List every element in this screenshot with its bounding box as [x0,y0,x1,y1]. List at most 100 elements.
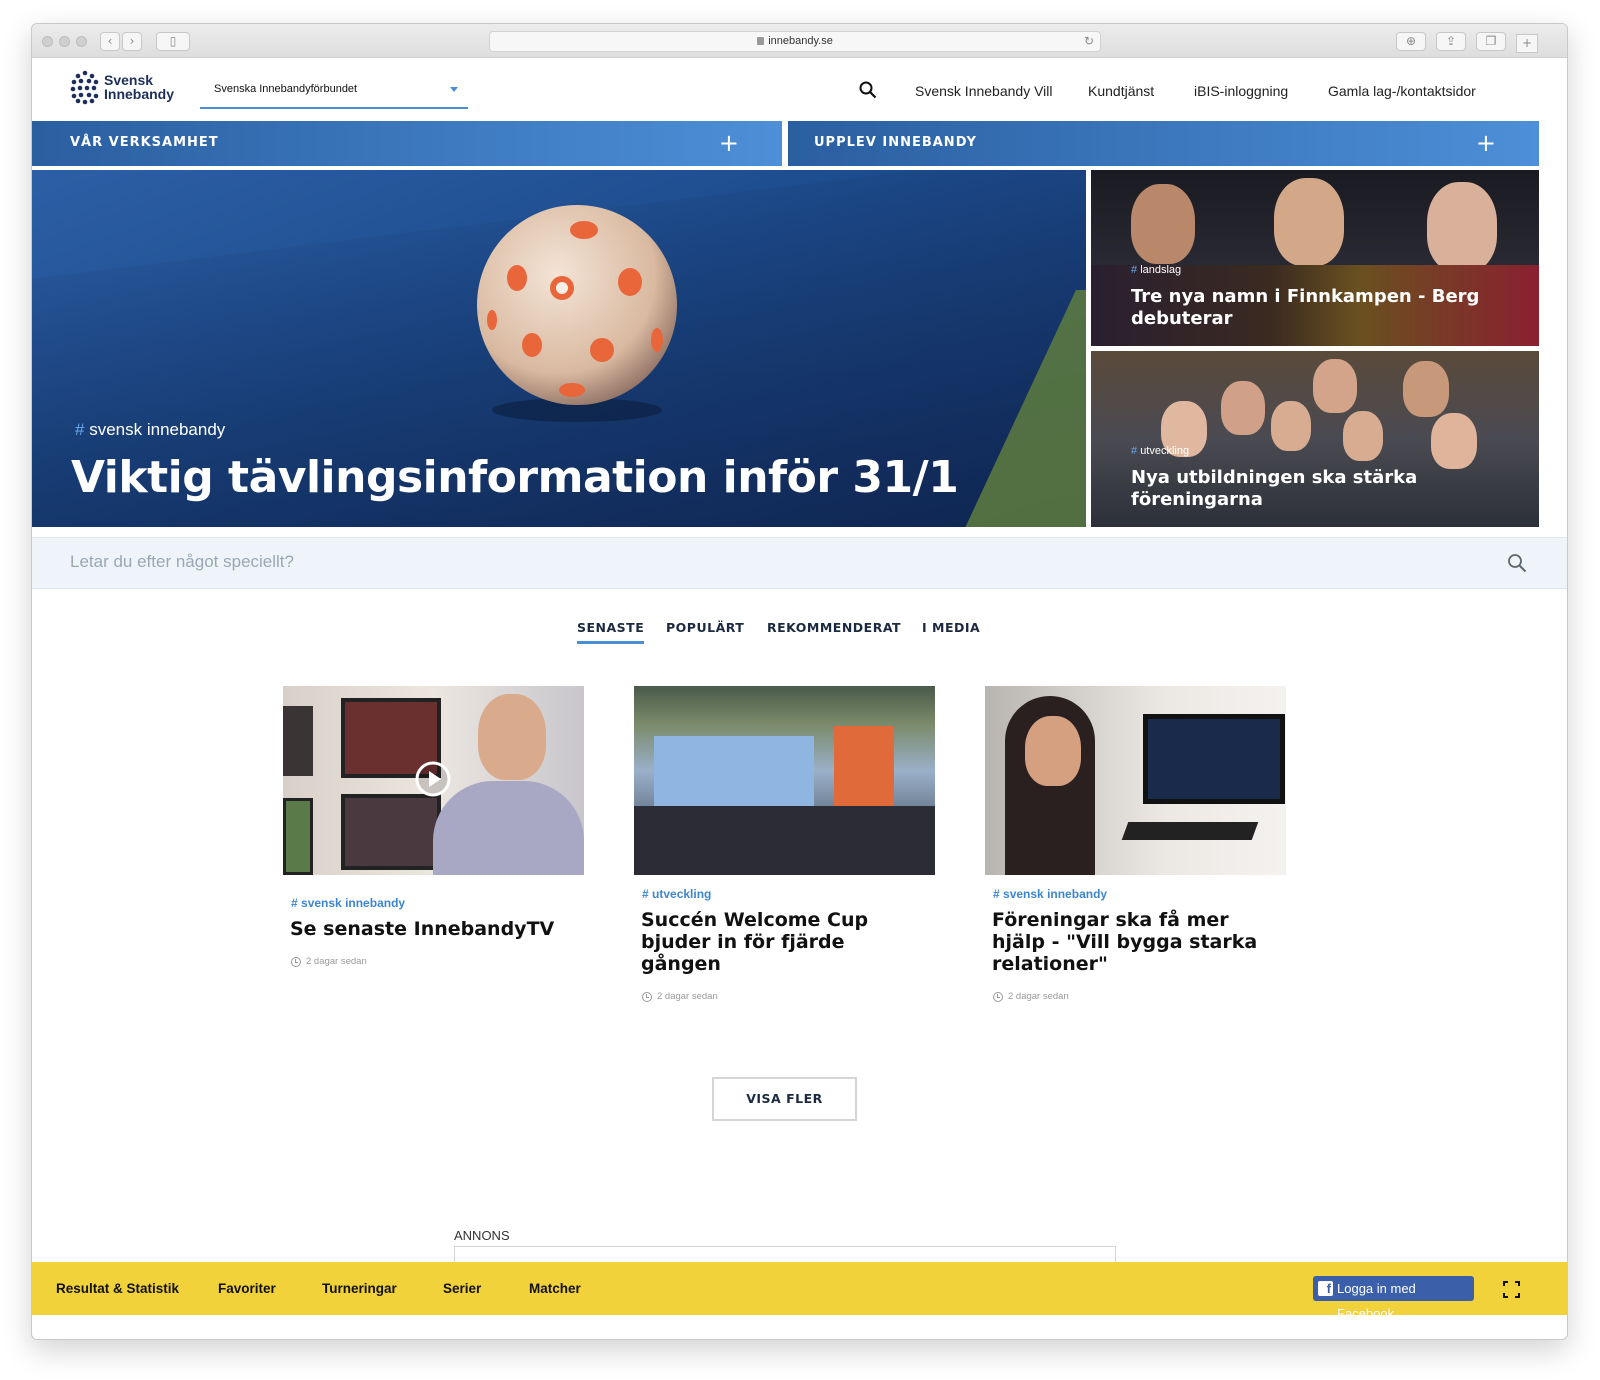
person-photo [1403,361,1449,417]
person-photo [1343,411,1383,461]
card-tag-label: svensk innebandy [301,896,406,910]
hero-title[interactable]: Viktig tävlingsinformation inför 31/1 [71,452,959,503]
bottom-link-matcher[interactable]: Matcher [529,1281,581,1296]
facebook-login-label: Logga in med Facebook [1337,1281,1416,1321]
presenter-shirt [433,781,584,875]
back-icon[interactable]: ‹ [100,32,120,51]
card-timestamp: 2 dagar sedan [291,956,584,967]
card-time-text: 2 dagar sedan [1008,991,1069,1002]
tile-title[interactable]: Nya utbildningen ska stärka föreningarna [1131,467,1511,511]
sidebar-toggle-icon[interactable]: ▯ [156,32,190,51]
wall-frame-image [283,798,313,875]
card-tag[interactable]: # utveckling [642,887,935,901]
bottom-bar: Resultat & Statistik Favoriter Turnering… [32,1262,1567,1321]
person-photo [1431,413,1477,469]
search-icon[interactable] [1507,553,1527,573]
person-photo [1313,359,1357,413]
address-bar[interactable]: innebandy.se ↻ [489,31,1101,52]
logo-mark-icon [70,70,99,105]
minimize-window-button[interactable] [59,36,70,47]
floorball-image [477,205,677,422]
article-card[interactable]: # svensk innebandy Se senaste InnebandyT… [283,686,584,967]
side-tile-landslag[interactable]: # landslag Tre nya namn i Finnkampen - B… [1091,170,1539,346]
tile-tag[interactable]: # landslag [1131,264,1181,276]
card-title[interactable]: Se senaste InnebandyTV [290,918,580,940]
logo-wordmark: Svensk Innebandy [104,73,174,101]
video-thumbnail[interactable] [283,686,584,875]
nav-link-gamla-lag[interactable]: Gamla lag-/kontaktsidor [1328,83,1476,99]
reload-icon[interactable]: ↻ [1084,32,1094,51]
url-text: innebandy.se [768,35,833,47]
bottom-link-resultat[interactable]: Resultat & Statistik [56,1281,179,1296]
clock-icon [291,956,301,967]
share-icon[interactable]: ⇪ [1436,32,1466,51]
hero-tag[interactable]: # svensk innebandy [75,420,225,440]
clock-icon [993,991,1003,1002]
plus-icon[interactable]: + [1476,129,1497,157]
tile-title[interactable]: Tre nya namn i Finnkampen - Berg debuter… [1131,286,1511,330]
keyboard-image [1121,822,1259,840]
card-time-text: 2 dagar sedan [306,956,367,967]
nav-link-ibis-inloggning[interactable]: iBIS-inloggning [1194,83,1288,99]
person-photo [1025,716,1081,786]
close-window-button[interactable] [42,36,53,47]
card-timestamp: 2 dagar sedan [642,991,935,1002]
forward-icon[interactable]: › [122,32,142,51]
menu-var-verksamhet[interactable]: VÅR VERKSAMHET + [32,121,782,166]
search-input[interactable] [70,552,970,572]
show-more-button[interactable]: VISA FLER [712,1077,857,1121]
logo[interactable]: Svensk Innebandy [70,70,180,110]
tabs-overview-icon[interactable]: ❐ [1476,32,1506,51]
search-icon[interactable] [859,81,877,99]
bottom-link-favoriter[interactable]: Favoriter [218,1281,276,1296]
hero-tag-label: svensk innebandy [89,420,226,439]
wall-frame-image [283,706,313,776]
card-tag[interactable]: # svensk innebandy [993,887,1286,901]
federation-select[interactable]: Svenska Innebandyförbundet [200,73,468,109]
nav-link-svensk-innebandy-vill[interactable]: Svensk Innebandy Vill [915,83,1053,99]
player-photo [1427,182,1497,272]
tab-popular[interactable]: POPULÄRT [666,620,744,635]
facebook-icon: f [1318,1281,1333,1296]
bottom-link-turneringar[interactable]: Turneringar [322,1281,397,1296]
plus-icon[interactable]: + [719,129,740,157]
card-tag-label: utveckling [652,887,712,901]
hero-article[interactable]: # svensk innebandy Viktig tävlingsinform… [32,170,1086,527]
logo-line-2: Innebandy [104,86,175,102]
person-photo [1221,381,1265,435]
article-card[interactable]: # utveckling Succén Welcome Cup bjuder i… [634,686,935,1002]
monitor-image [1143,714,1285,804]
play-icon[interactable] [414,760,452,798]
side-tile-utveckling[interactable]: # utveckling Nya utbildningen ska stärka… [1091,351,1539,527]
logo-line-1: Svensk [104,72,154,88]
menu-var-verksamhet-label: VÅR VERKSAMHET [70,135,219,150]
facebook-login-button[interactable]: f Logga in med Facebook [1313,1276,1474,1321]
lock-icon [757,37,765,45]
tab-i-media[interactable]: I MEDIA [922,620,980,635]
zoom-window-button[interactable] [76,36,87,47]
hash-symbol: # [1131,445,1138,457]
team-photo-front-row [634,806,935,875]
card-tag[interactable]: # svensk innebandy [291,896,584,910]
article-card[interactable]: # svensk innebandy Föreningar ska få mer… [985,686,1286,1002]
new-tab-icon[interactable]: + [1516,34,1538,53]
bottom-link-serier[interactable]: Serier [443,1281,481,1296]
search-section [32,537,1567,589]
tab-senaste[interactable]: SENASTE [577,620,645,644]
ad-label: ANNONS [454,1228,510,1243]
card-title[interactable]: Succén Welcome Cup bjuder in för fjärde … [641,909,931,975]
nav-link-kundtjanst[interactable]: Kundtjänst [1088,83,1154,99]
site-header: Svensk Innebandy Svenska Innebandyförbun… [32,59,1567,121]
clock-icon [642,991,652,1002]
card-tag-label: svensk innebandy [1003,887,1108,901]
tile-tag[interactable]: # utveckling [1131,445,1189,457]
fullscreen-icon[interactable] [1503,1281,1520,1298]
team-photo [634,686,935,875]
menu-upplev-innebandy[interactable]: UPPLEV INNEBANDY + [788,121,1539,166]
tab-rekommenderat[interactable]: REKOMMENDERAT [767,620,901,635]
goalkeeper-jersey [834,726,894,806]
download-icon[interactable]: ⊕ [1396,32,1426,51]
hash-symbol: # [75,420,85,439]
menu-upplev-innebandy-label: UPPLEV INNEBANDY [814,135,977,150]
card-title[interactable]: Föreningar ska få mer hjälp - "Vill bygg… [992,909,1282,975]
